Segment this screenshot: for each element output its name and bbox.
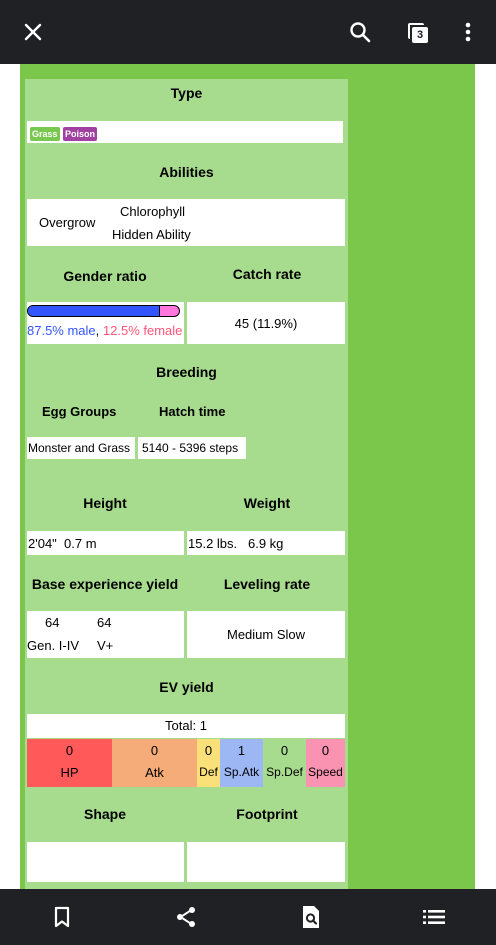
close-icon[interactable] [15, 14, 51, 50]
more-vert-icon[interactable] [450, 14, 486, 50]
gender-ratio-bar [27, 305, 180, 317]
height-value: 2'04" 0.7 m [28, 536, 97, 551]
ev-stat-label: Speed [308, 765, 343, 779]
base-exp-gen1-value: 64 [45, 615, 60, 630]
share-icon[interactable] [172, 903, 200, 931]
ev-stat-def: 0 Def [197, 739, 220, 787]
base-exp-gen2-value: 64 [97, 615, 112, 630]
ev-stat-label: Atk [145, 765, 164, 780]
egg-groups-header: Egg Groups [42, 404, 117, 419]
ev-stat-label: Def [199, 765, 218, 779]
ability-primary[interactable]: Overgrow [39, 215, 95, 230]
ability-hidden[interactable]: Chlorophyll [120, 204, 185, 219]
breeding-header: Breeding [156, 364, 217, 380]
ev-stat-value: 0 [204, 743, 213, 758]
gender-separator: , [95, 323, 100, 338]
footprint-box [187, 842, 345, 882]
ev-stat-spdef: 0 Sp.Def [263, 739, 306, 787]
height-header: Height [83, 495, 127, 511]
ev-stat-hp: 0 HP [27, 739, 112, 787]
ev-stat-atk: 0 Atk [112, 739, 197, 787]
gender-male-fill [28, 306, 161, 316]
tab-count: 3 [412, 27, 428, 43]
footprint-header: Footprint [236, 806, 298, 822]
leveling-value[interactable]: Medium Slow [187, 627, 345, 642]
ev-yield-header: EV yield [159, 679, 214, 695]
leveling-header: Leveling rate [223, 576, 311, 592]
ev-stat-value: 1 [237, 743, 246, 758]
ev-stat-label: Sp.Atk [223, 765, 260, 779]
abilities-header: Abilities [159, 164, 214, 180]
base-exp-gen2-label: V+ [97, 638, 114, 653]
catch-rate-value: 45 (11.9%) [234, 316, 298, 331]
ev-total: Total: 1 [165, 718, 207, 733]
find-in-page-icon[interactable] [297, 903, 325, 931]
base-exp-gen1-label: Gen. I-IV [27, 638, 80, 653]
gender-male-text: 87.5% male [27, 323, 96, 338]
shape-header: Shape [83, 806, 126, 822]
search-icon[interactable] [342, 14, 378, 50]
shape-box [27, 842, 184, 882]
contents-list-icon[interactable] [420, 903, 448, 931]
ev-stat-value: 0 [321, 743, 330, 758]
catch-rate-header: Catch rate [232, 266, 302, 282]
top-app-bar: 3 [0, 0, 496, 64]
hatch-time-value: 5140 - 5396 steps [142, 441, 239, 455]
ability-hidden-label: Hidden Ability [112, 227, 191, 242]
gender-female-text: 12.5% female [102, 323, 183, 338]
egg-groups-value[interactable]: Monster and Grass [28, 441, 130, 455]
type-header: Type [170, 85, 203, 101]
gender-text: 87.5% male, 12.5% female [27, 323, 182, 338]
ev-stat-label: HP [60, 765, 79, 780]
tabs-icon[interactable]: 3 [400, 14, 436, 50]
bottom-nav-bar [0, 889, 496, 945]
gender-header: Gender ratio [63, 268, 147, 284]
ev-stat-value: 0 [150, 743, 159, 758]
ev-stat-label: Sp.Def [266, 765, 303, 779]
weight-value: 15.2 lbs. 6.9 kg [188, 536, 284, 551]
ev-stat-speed: 0 Speed [306, 739, 345, 787]
bookmark-icon[interactable] [48, 903, 76, 931]
ev-stat-value: 0 [65, 743, 74, 758]
type-badge-poison[interactable]: Poison [63, 127, 98, 141]
hatch-time-header: Hatch time [159, 404, 226, 419]
type-badge-grass[interactable]: Grass [30, 127, 60, 141]
weight-header: Weight [243, 495, 291, 511]
base-exp-header: Base experience yield [31, 576, 179, 592]
ev-stat-value: 0 [280, 743, 289, 758]
ev-stat-spatk: 1 Sp.Atk [220, 739, 263, 787]
